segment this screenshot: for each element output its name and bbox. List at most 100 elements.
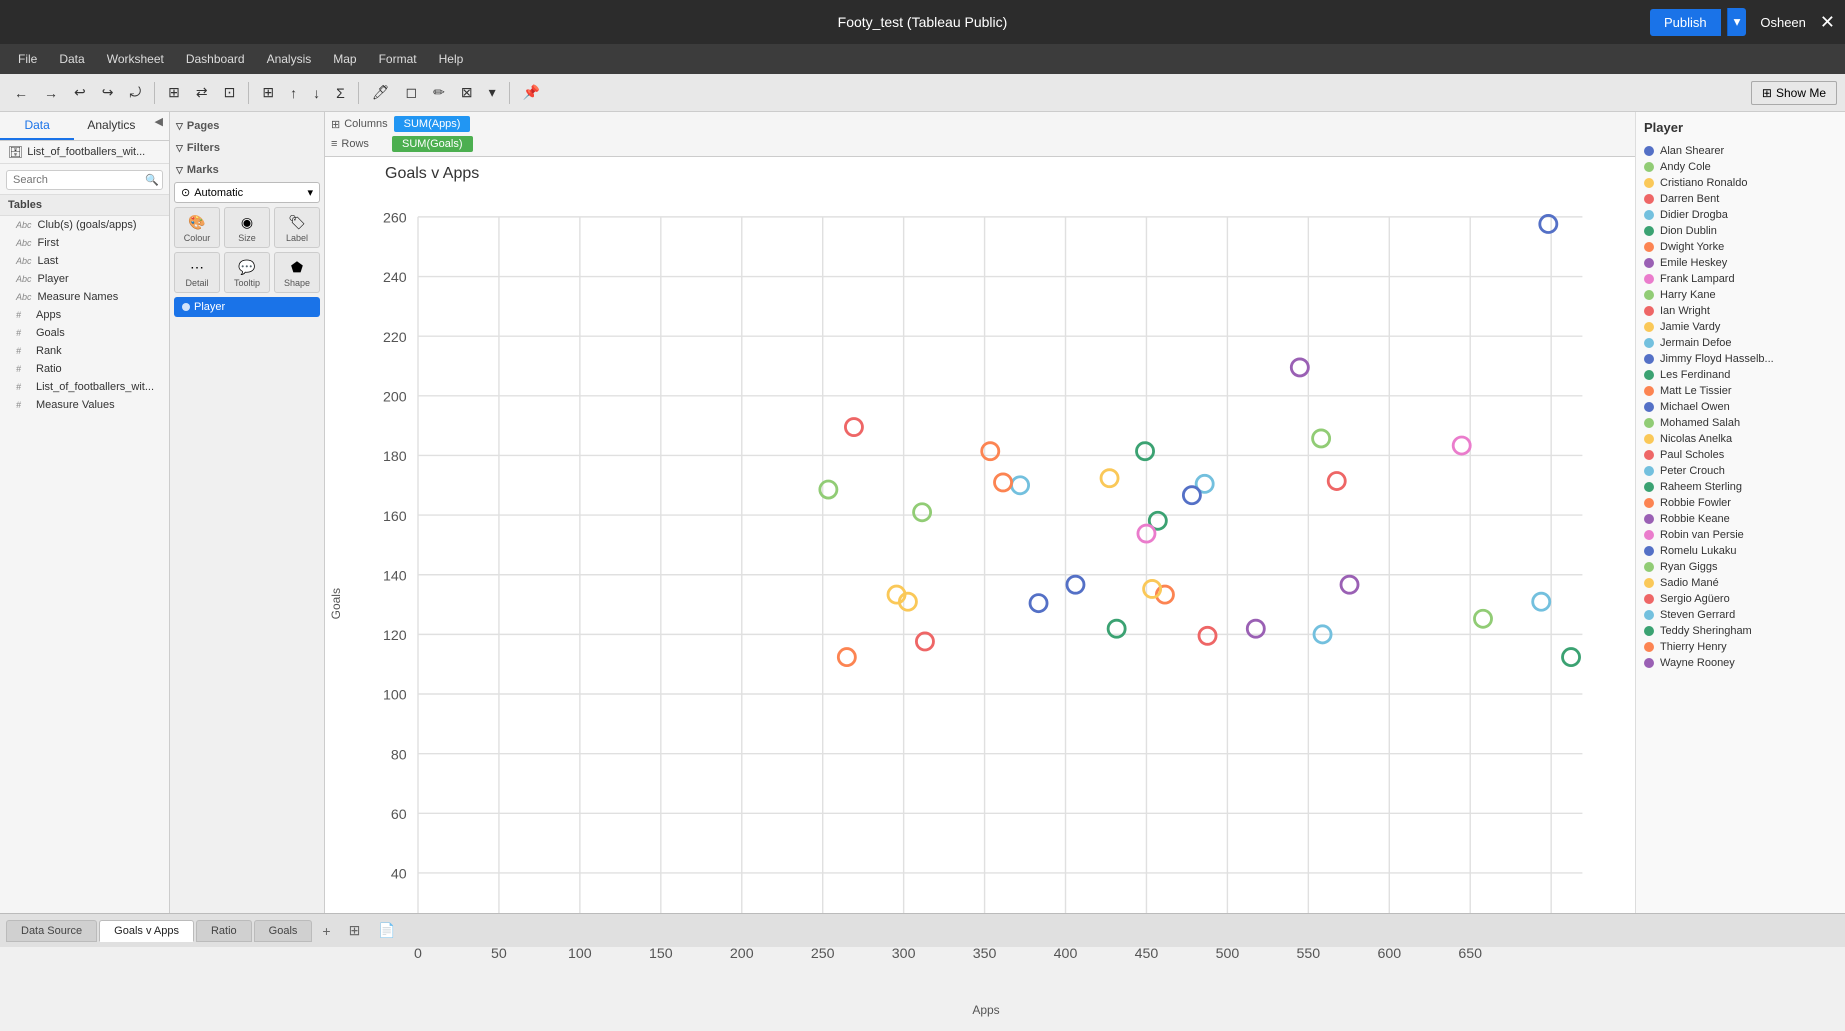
- toolbar-sort-desc[interactable]: ↓: [307, 81, 326, 105]
- dot-alan-shearer[interactable]: [1540, 215, 1557, 232]
- toolbar-redo2[interactable]: ⤾: [123, 80, 147, 105]
- legend-item[interactable]: Robbie Keane: [1644, 511, 1837, 527]
- toolbar-format[interactable]: ⊠: [455, 80, 479, 105]
- legend-item[interactable]: Paul Scholes: [1644, 447, 1837, 463]
- toolbar-pin[interactable]: 📌: [517, 80, 546, 105]
- search-input[interactable]: [6, 170, 163, 190]
- datasource-item[interactable]: 🗄 List_of_footballers_wit...: [0, 141, 169, 164]
- dot-cristiano-ronaldo[interactable]: [1101, 470, 1118, 487]
- dot-matt-le-tissier[interactable]: [838, 649, 855, 666]
- legend-item[interactable]: Didier Drogba: [1644, 207, 1837, 223]
- toolbar-redo[interactable]: ↪: [96, 80, 120, 105]
- dot-romelu-lukaku[interactable]: [1030, 595, 1047, 612]
- legend-item[interactable]: Wayne Rooney: [1644, 655, 1837, 671]
- legend-item[interactable]: Sergio Agüero: [1644, 591, 1837, 607]
- legend-item[interactable]: Darren Bent: [1644, 191, 1837, 207]
- rows-pill[interactable]: SUM(Goals): [392, 136, 473, 152]
- field-list[interactable]: # List_of_footballers_wit...: [0, 378, 169, 396]
- legend-item[interactable]: Steven Gerrard: [1644, 607, 1837, 623]
- field-measure-values[interactable]: # Measure Values: [0, 396, 169, 414]
- legend-item[interactable]: Jermain Defoe: [1644, 335, 1837, 351]
- shape-button[interactable]: ⬟ Shape: [274, 252, 320, 293]
- legend-item[interactable]: Romelu Lukaku: [1644, 543, 1837, 559]
- publish-button[interactable]: Publish: [1650, 9, 1721, 36]
- legend-item[interactable]: Teddy Sheringham: [1644, 623, 1837, 639]
- detail-button[interactable]: ⋯ Detail: [174, 252, 220, 293]
- dot-dion-dublin[interactable]: [1137, 443, 1154, 460]
- columns-pill[interactable]: SUM(Apps): [394, 116, 471, 132]
- menu-format[interactable]: Format: [369, 48, 427, 70]
- menu-dashboard[interactable]: Dashboard: [176, 48, 255, 70]
- tab-data[interactable]: Data: [0, 112, 74, 140]
- dot-teddy-sheringham[interactable]: [1563, 649, 1580, 666]
- dot-paul-scholes[interactable]: [1199, 627, 1216, 644]
- legend-item[interactable]: Mohamed Salah: [1644, 415, 1837, 431]
- toolbar-forward[interactable]: →: [38, 81, 64, 105]
- colour-button[interactable]: 🎨 Colour: [174, 207, 220, 248]
- label-button[interactable]: 🏷 Label: [274, 207, 320, 248]
- toolbar-clear[interactable]: ⊡: [218, 80, 242, 105]
- dot-wayne-rooney[interactable]: [1291, 359, 1308, 376]
- legend-item[interactable]: Raheem Sterling: [1644, 479, 1837, 495]
- toolbar-undo[interactable]: ↩: [68, 80, 92, 105]
- legend-item[interactable]: Robin van Persie: [1644, 527, 1837, 543]
- dot-ryan-giggs[interactable]: [1474, 610, 1491, 627]
- legend-item[interactable]: Ryan Giggs: [1644, 559, 1837, 575]
- show-me-button[interactable]: ⊞ Show Me: [1751, 81, 1837, 105]
- dot-harry-kane[interactable]: [914, 504, 931, 521]
- size-button[interactable]: ◉ Size: [224, 207, 270, 248]
- toolbar-new-ds[interactable]: ⊞: [162, 80, 186, 105]
- legend-item[interactable]: Alan Shearer: [1644, 143, 1837, 159]
- tab-analytics[interactable]: Analytics: [74, 112, 148, 140]
- dot-robbie-fowler[interactable]: [995, 474, 1012, 491]
- menu-data[interactable]: Data: [49, 48, 94, 70]
- legend-item[interactable]: Sadio Mané: [1644, 575, 1837, 591]
- close-button[interactable]: ✕: [1820, 12, 1835, 33]
- field-last[interactable]: Abc Last: [0, 252, 169, 270]
- tab-data-source[interactable]: Data Source: [6, 920, 97, 942]
- legend-item[interactable]: Jimmy Floyd Hasselb...: [1644, 351, 1837, 367]
- legend-item[interactable]: Michael Owen: [1644, 399, 1837, 415]
- legend-item[interactable]: Frank Lampard: [1644, 271, 1837, 287]
- publish-dropdown-button[interactable]: ▾: [1727, 8, 1747, 36]
- legend-item[interactable]: Harry Kane: [1644, 287, 1837, 303]
- panel-collapse-btn[interactable]: ◀: [149, 112, 169, 140]
- legend-item[interactable]: Dion Dublin: [1644, 223, 1837, 239]
- dot-robbie-keane[interactable]: [1341, 576, 1358, 593]
- legend-item[interactable]: Robbie Fowler: [1644, 495, 1837, 511]
- legend-item[interactable]: Cristiano Ronaldo: [1644, 175, 1837, 191]
- toolbar-dropdown[interactable]: ▾: [483, 80, 502, 105]
- new-story-button[interactable]: 📄: [370, 918, 403, 943]
- dot-didier-drogba[interactable]: [1012, 477, 1029, 494]
- toolbar-sum[interactable]: Σ: [330, 81, 351, 105]
- dot-steven-gerrard[interactable]: [1533, 593, 1550, 610]
- legend-item[interactable]: Matt Le Tissier: [1644, 383, 1837, 399]
- legend-item[interactable]: Andy Cole: [1644, 159, 1837, 175]
- toolbar-fit[interactable]: ⊞: [256, 80, 280, 105]
- legend-item[interactable]: Peter Crouch: [1644, 463, 1837, 479]
- legend-item[interactable]: Jamie Vardy: [1644, 319, 1837, 335]
- dot-andy-cole[interactable]: [1313, 430, 1330, 447]
- tooltip-button[interactable]: 💬 Tooltip: [224, 252, 270, 293]
- tab-ratio[interactable]: Ratio: [196, 920, 252, 942]
- scatter-plot[interactable]: 260 240 220 200 180 160 140 120 100 80 6…: [347, 187, 1625, 999]
- dot-jimmy-floyd[interactable]: [1067, 576, 1084, 593]
- toolbar-tooltip[interactable]: ◻: [400, 80, 424, 105]
- field-goals[interactable]: # Goals: [0, 324, 169, 342]
- field-apps[interactable]: # Apps: [0, 306, 169, 324]
- field-ratio[interactable]: # Ratio: [0, 360, 169, 378]
- dot-darren-bent[interactable]: [916, 633, 933, 650]
- menu-analysis[interactable]: Analysis: [257, 48, 322, 70]
- dot-sergio-aguero[interactable]: [845, 419, 862, 436]
- menu-map[interactable]: Map: [323, 48, 366, 70]
- new-sheet-button[interactable]: +: [314, 919, 338, 943]
- search-icon-btn[interactable]: 🔍: [145, 174, 159, 187]
- menu-worksheet[interactable]: Worksheet: [97, 48, 174, 70]
- field-clubs[interactable]: Abc Club(s) (goals/apps): [0, 216, 169, 234]
- dot-michael-owen[interactable]: [1183, 487, 1200, 504]
- menu-file[interactable]: File: [8, 48, 47, 70]
- tab-goals[interactable]: Goals: [254, 920, 313, 942]
- dot-frank-lampard[interactable]: [1453, 437, 1470, 454]
- dot-ian-wright[interactable]: [1328, 472, 1345, 489]
- legend-item[interactable]: Thierry Henry: [1644, 639, 1837, 655]
